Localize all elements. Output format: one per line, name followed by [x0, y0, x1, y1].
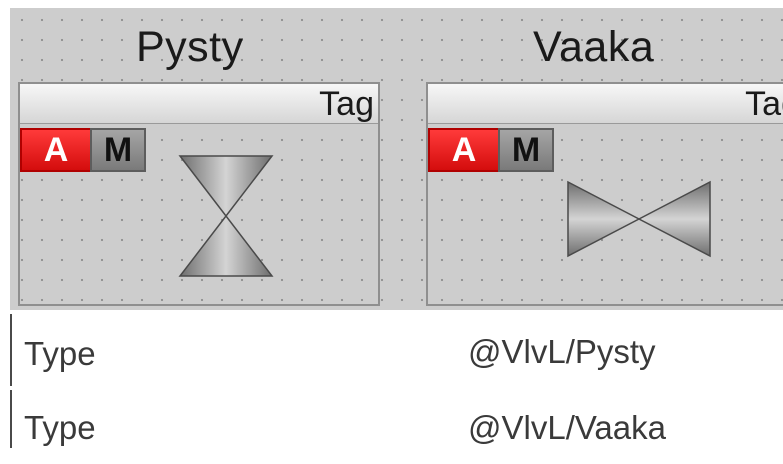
tag-bar: Tag [20, 84, 378, 124]
manual-mode-button[interactable]: M [90, 128, 146, 172]
manual-mode-button[interactable]: M [498, 128, 554, 172]
vertical-valve-icon[interactable] [178, 154, 274, 278]
property-value[interactable]: @VlvL/Pysty [468, 332, 656, 372]
row-divider [10, 314, 12, 386]
property-label: Type [24, 335, 96, 372]
valve-faceplate-pysty[interactable]: Tag A M [18, 82, 380, 306]
auto-mode-button[interactable]: A [428, 128, 500, 172]
row-divider [10, 390, 12, 448]
valve-title-pysty: Pysty [136, 23, 244, 71]
auto-mode-button[interactable]: A [20, 128, 92, 172]
hmi-canvas: Pysty Tag A M Vaaka Tag A M [10, 8, 783, 310]
tag-bar: Tag [428, 84, 783, 124]
valve-title-vaaka: Vaaka [533, 23, 655, 71]
property-row[interactable]: Type @VlvL/Vaaka [0, 388, 783, 464]
valve-faceplate-vaaka[interactable]: Tag A M [426, 82, 783, 306]
property-row[interactable]: Type @VlvL/Pysty [0, 312, 783, 388]
horizontal-valve-icon[interactable] [566, 180, 712, 258]
property-label: Type [24, 409, 96, 446]
property-value[interactable]: @VlvL/Vaaka [468, 408, 666, 448]
